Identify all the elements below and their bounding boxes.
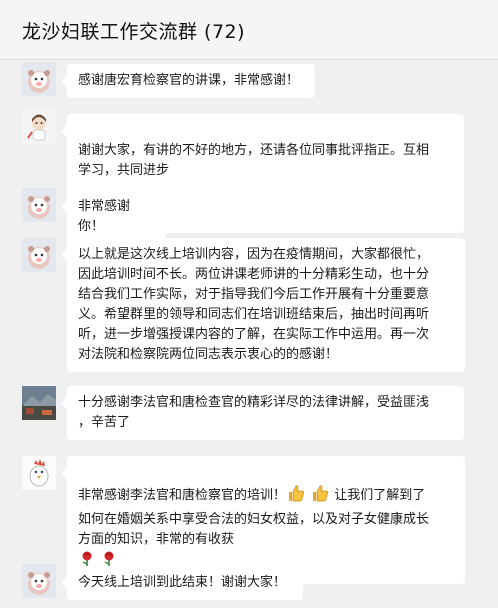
- chat-header: 龙沙妇联工作交流群 (72): [0, 0, 498, 60]
- message-text: 非常感谢李法官和唐检察官的培训！: [78, 488, 287, 503]
- cartoon-chicken-avatar-icon: [22, 456, 56, 490]
- cartoon-pig-avatar-icon: [22, 238, 56, 272]
- message-item: 谢谢大家，有讲的不好的地方，还请各位同事批评指正。互相 学习，共同进步: [0, 110, 498, 233]
- avatar[interactable]: [22, 62, 56, 96]
- cartoon-girl-avatar-icon: [22, 110, 56, 144]
- message-item: 非常感谢你！: [0, 188, 498, 244]
- message-item: 今天线上培训到此结束！谢谢大家！: [0, 564, 498, 600]
- message-text: 谢谢大家，有讲的不好的地方，还请各位同事批评指正。互相 学习，共同进步: [78, 143, 430, 178]
- message-item: 十分感谢李法官和唐检查官的精彩详尽的法律讲解，受益匪浅 ，辛苦了: [0, 386, 498, 440]
- message-item: 以上就是这次线上培训内容，因为在疫情期间，大家都很忙， 因此培训时间不长。两位讲…: [0, 238, 498, 378]
- avatar[interactable]: [22, 564, 56, 598]
- message-bubble: 非常感谢你！: [61, 190, 166, 244]
- avatar[interactable]: [22, 238, 56, 272]
- thumbs-up-icon: [286, 483, 306, 510]
- chat-title: 龙沙妇联工作交流群 (72): [22, 21, 246, 43]
- message-bubble: 十分感谢李法官和唐检查官的精彩详尽的法律讲解，受益匪浅 ，辛苦了: [61, 386, 464, 440]
- photo-avatar-icon: [22, 386, 56, 420]
- cartoon-pig-avatar-icon: [22, 188, 56, 222]
- message-item: 非常感谢李法官和唐检察官的培训！ 让我们了解到了 如何在婚姻关系中享受合法的妇女…: [0, 456, 498, 584]
- thumbs-up-icon: [310, 483, 330, 510]
- avatar[interactable]: [22, 110, 56, 144]
- cartoon-pig-avatar-icon: [22, 62, 56, 96]
- message-bubble: 感谢唐宏育检察官的讲课，非常感谢！: [61, 64, 315, 98]
- message-bubble: 以上就是这次线上培训内容，因为在疫情期间，大家都很忙， 因此培训时间不长。两位讲…: [61, 238, 465, 372]
- cartoon-pig-avatar-icon: [22, 564, 56, 598]
- avatar[interactable]: [22, 456, 56, 490]
- message-item: 感谢唐宏育检察官的讲课，非常感谢！: [0, 62, 498, 98]
- message-bubble: 今天线上培训到此结束！谢谢大家！: [61, 566, 303, 600]
- avatar[interactable]: [22, 188, 56, 222]
- avatar[interactable]: [22, 386, 56, 420]
